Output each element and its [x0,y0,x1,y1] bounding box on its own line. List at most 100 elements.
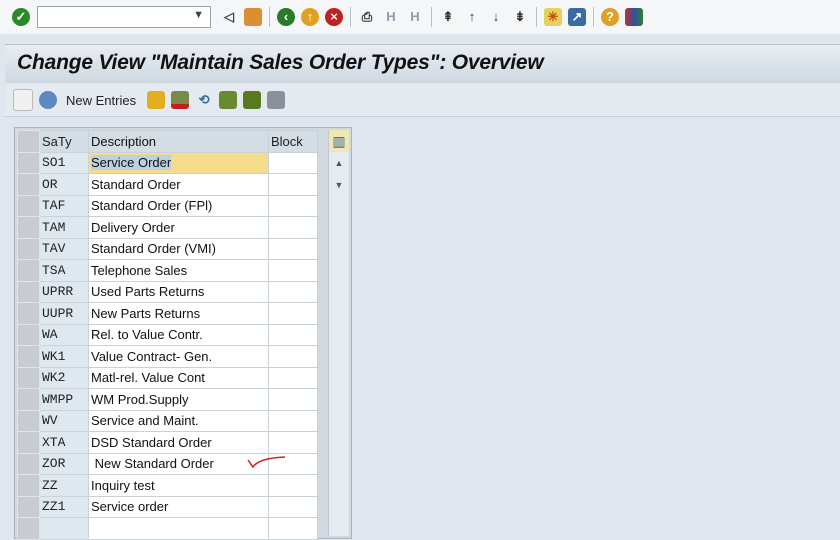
description-cell[interactable]: New Parts Returns [88,302,269,325]
block-cell[interactable] [268,173,318,196]
table-row: SO1 Service Order [17,151,318,174]
enter-icon[interactable]: ✓ [12,8,30,26]
saty-cell: TAF [39,194,89,217]
description-cell[interactable]: Matl-rel. Value Cont [88,366,269,389]
back-icon[interactable]: ◁ [220,8,238,26]
block-cell[interactable] [268,259,318,282]
description-cell[interactable]: Standard Order (VMI) [88,237,269,260]
next-page-icon[interactable]: ↓ [487,8,505,26]
description-cell[interactable]: Telephone Sales [88,259,269,282]
block-cell[interactable] [268,388,318,411]
undo-change-icon[interactable]: ⟲ [195,91,213,109]
row-selector[interactable] [17,452,40,475]
row-selector[interactable] [17,409,40,432]
saty-cell: ZOR [39,452,89,475]
block-cell[interactable] [268,280,318,303]
block-cell[interactable] [268,431,318,454]
row-selector[interactable] [17,474,40,497]
last-page-icon[interactable]: ⇟ [511,8,529,26]
table-control: SaTy Description Block SO1 Service Order… [14,127,352,540]
delete-icon[interactable] [171,91,190,109]
row-selector[interactable] [17,194,40,217]
command-field[interactable]: ▼ [37,6,211,28]
description-cell[interactable]: Rel. to Value Contr. [88,323,269,346]
description-cell[interactable]: Delivery Order [88,216,269,239]
row-selector[interactable] [17,388,40,411]
row-selector[interactable] [17,517,40,540]
description-cell[interactable]: Service Order [88,151,269,174]
shortcut-icon[interactable]: ↗ [568,8,586,26]
row-selector[interactable] [17,259,40,282]
first-page-icon[interactable]: ⇞ [439,8,457,26]
row-selector[interactable] [17,216,40,239]
save-icon[interactable] [244,8,262,26]
column-header-block[interactable]: Block [268,130,318,153]
new-session-icon[interactable]: ✳ [544,8,562,26]
description-cell[interactable]: Standard Order (FPl) [88,194,269,217]
select-block-icon[interactable] [243,91,262,109]
cancel-icon[interactable]: × [325,8,343,26]
row-selector[interactable] [17,237,40,260]
block-cell[interactable] [268,237,318,260]
block-cell[interactable] [268,302,318,325]
column-config-icon[interactable]: ▥ [329,130,349,152]
select-all-cell[interactable] [17,130,40,153]
block-cell[interactable] [268,151,318,174]
description-cell[interactable]: Value Contract- Gen. [88,345,269,368]
row-selector[interactable] [17,366,40,389]
block-cell[interactable] [268,495,318,518]
block-cell[interactable] [268,366,318,389]
description-cell[interactable]: New Standard Order [88,452,269,475]
description-cell[interactable]: Service and Maint. [88,409,269,432]
deselect-all-icon[interactable] [267,91,286,109]
select-all-icon[interactable] [219,91,238,109]
row-selector[interactable] [17,323,40,346]
block-cell[interactable] [268,194,318,217]
row-selector[interactable] [17,173,40,196]
row-selector[interactable] [17,280,40,303]
new-entries-button[interactable]: New Entries [66,93,136,108]
description-cell[interactable]: Inquiry test [88,474,269,497]
description-cell[interactable] [88,517,269,540]
scroll-up-icon[interactable]: ▲ [329,152,349,174]
row-selector[interactable] [17,151,40,174]
block-cell[interactable] [268,216,318,239]
row-selector[interactable] [17,345,40,368]
prev-page-icon[interactable]: ↑ [463,8,481,26]
block-cell[interactable] [268,517,318,540]
display-change-button[interactable] [13,89,33,111]
table-row: WK2 Matl-rel. Value Cont [17,366,318,389]
saty-cell: OR [39,173,89,196]
copy-as-icon[interactable] [147,91,166,109]
find-next-icon[interactable]: H [406,8,424,26]
description-cell[interactable]: WM Prod.Supply [88,388,269,411]
column-header-saty[interactable]: SaTy [39,130,89,153]
row-selector[interactable] [17,431,40,454]
block-cell[interactable] [268,345,318,368]
sales-order-types-table: SaTy Description Block SO1 Service Order… [17,130,318,540]
description-cell[interactable]: Used Parts Returns [88,280,269,303]
table-row: TAM Delivery Order [17,216,318,239]
print-icon[interactable]: ⎙ [358,8,376,26]
find-icon[interactable]: H [382,8,400,26]
scroll-down-icon[interactable]: ▼ [329,174,349,196]
description-cell[interactable]: Service order [88,495,269,518]
description-text: Service and Maint. [91,413,199,429]
row-selector[interactable] [17,495,40,518]
block-cell[interactable] [268,409,318,432]
row-selector[interactable] [17,302,40,325]
back-green-icon[interactable]: ‹ [277,8,295,26]
column-header-description[interactable]: Description [88,130,269,153]
description-cell[interactable]: Standard Order [88,173,269,196]
help-icon[interactable]: ? [601,8,619,26]
block-cell[interactable] [268,474,318,497]
description-cell[interactable]: DSD Standard Order [88,431,269,454]
vertical-scrollbar[interactable]: ▥ ▲ ▼ [328,130,349,536]
chevron-down-icon[interactable]: ▼ [193,9,204,21]
details-icon[interactable] [39,91,57,109]
table-row: TSA Telephone Sales [17,259,318,282]
customize-layout-icon[interactable] [625,8,643,26]
block-cell[interactable] [268,323,318,346]
description-text: DSD Standard Order [91,434,212,450]
exit-icon[interactable]: ↑ [301,8,319,26]
